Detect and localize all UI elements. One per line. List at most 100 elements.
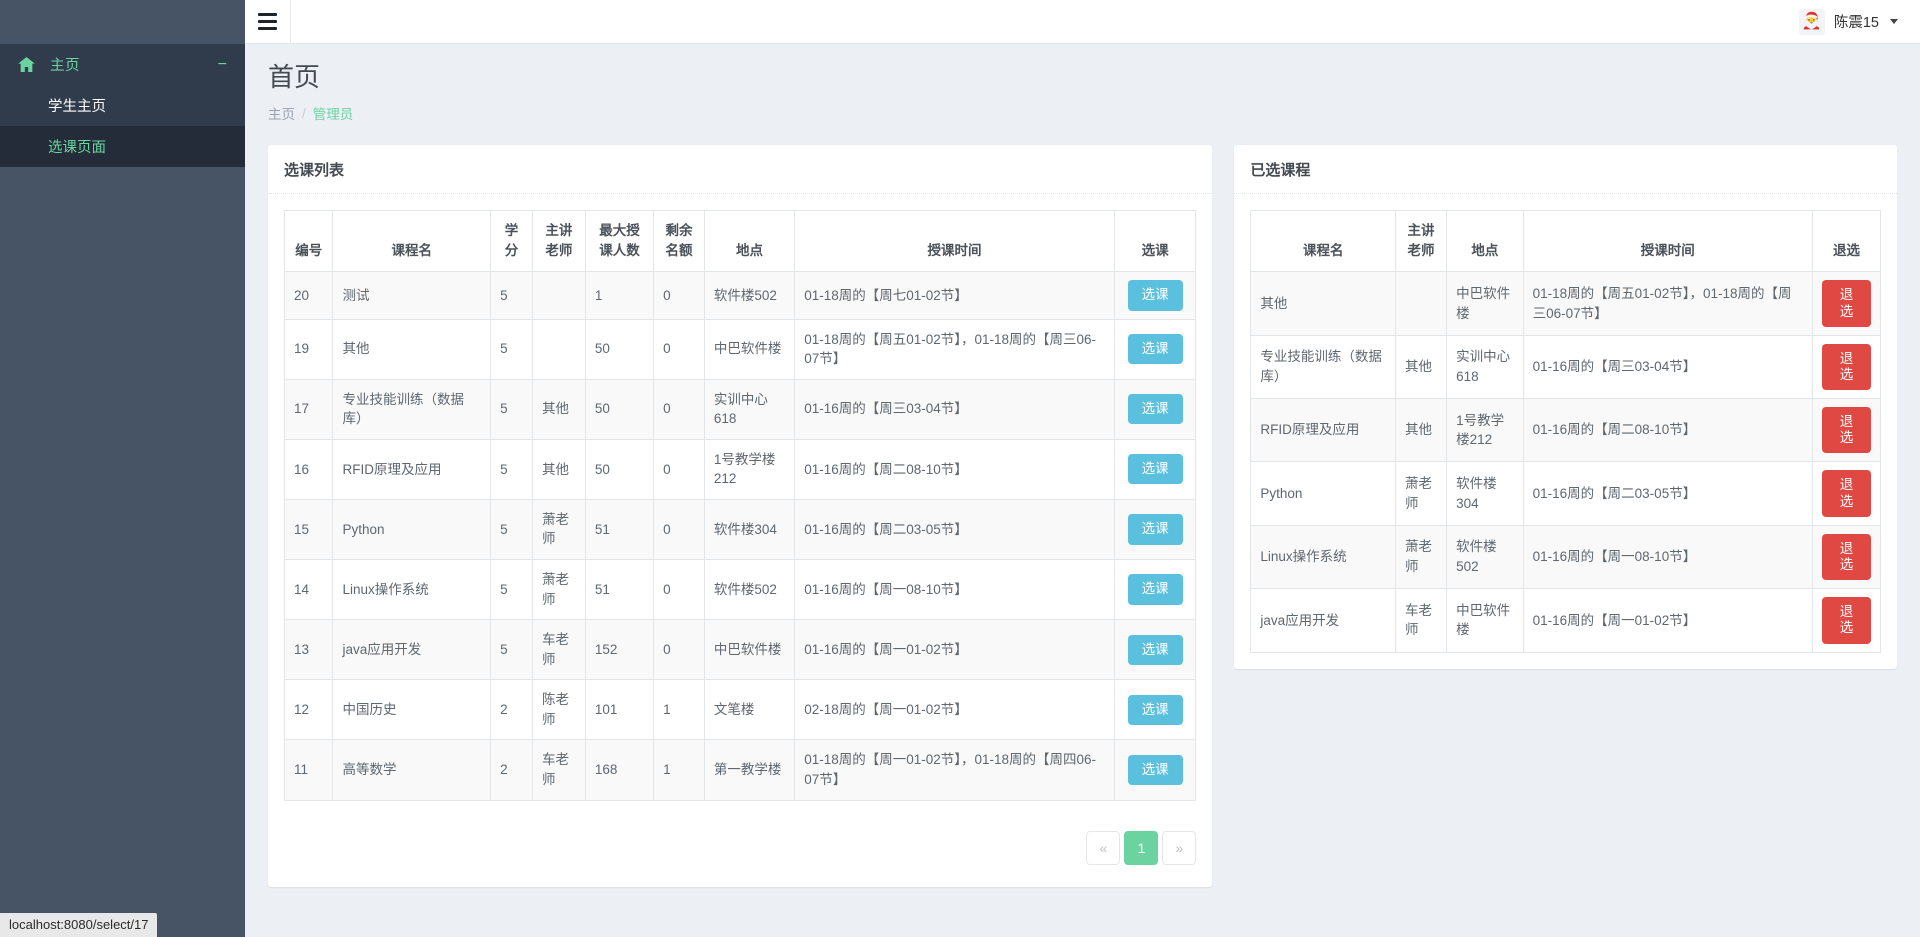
home-icon — [18, 57, 38, 72]
sidebar: 主页 − 学生主页 选课页面 — [0, 0, 245, 937]
sel-col-header-place: 地点 — [1446, 210, 1524, 273]
select-course-button[interactable]: 选课 — [1127, 514, 1183, 545]
course-remaining: 0 — [653, 378, 705, 440]
course-name: 测试 — [332, 271, 492, 320]
hamburger-icon[interactable] — [245, 0, 291, 43]
sel-col-header-name: 课程名 — [1250, 210, 1397, 273]
drop-course-button[interactable]: 退选 — [1821, 470, 1871, 517]
course-id: 11 — [283, 739, 334, 801]
sidebar-item-course-selection[interactable]: 选课页面 — [0, 126, 245, 167]
drop-course-button[interactable]: 退选 — [1821, 280, 1871, 327]
select-course-button[interactable]: 选课 — [1127, 754, 1183, 786]
course-remaining: 1 — [653, 679, 705, 741]
table-row: 19 其他 5 50 0 中巴软件楼 01-18周的【周五01-02节】，01-18周的【周… — [283, 318, 1197, 380]
selected-courses-title: 已选课程 — [1250, 162, 1311, 180]
select-course-button[interactable]: 选课 — [1127, 454, 1183, 485]
selected-course-place: 实训中心618 — [1446, 334, 1524, 400]
main-content: 首页 主页 / 管理员 选课列表 编号 课程名 学分 主讲老师 最大授课人数 剩… — [245, 44, 1920, 937]
breadcrumb-current[interactable]: 管理员 — [313, 103, 354, 123]
selected-courses-card: 已选课程 课程名 主讲老师 地点 授课时间 退选 其他 中巴软件楼 01-18周… — [1234, 145, 1897, 669]
user-name: 陈震15 — [1833, 15, 1879, 31]
course-list-table: 编号 课程名 学分 主讲老师 最大授课人数 剩余名额 地点 授课时间 选课 20… — [283, 210, 1197, 801]
course-id: 12 — [283, 679, 334, 741]
course-teacher: 车老师 — [531, 739, 586, 801]
selected-course-place: 中巴软件楼 — [1446, 588, 1524, 653]
drop-course-button[interactable]: 退选 — [1821, 533, 1871, 581]
course-max-students: 51 — [584, 498, 655, 561]
selected-course-teacher: 其他 — [1395, 334, 1448, 400]
course-time: 02-18周的【周一01-02节】 — [794, 679, 1115, 741]
course-remaining: 0 — [653, 498, 705, 561]
course-place: 中巴软件楼 — [703, 318, 796, 380]
course-credit: 2 — [490, 739, 533, 801]
select-course-button[interactable]: 选课 — [1127, 333, 1183, 365]
course-max-students: 101 — [584, 679, 655, 741]
select-course-button[interactable]: 选课 — [1127, 394, 1183, 425]
course-time: 01-18周的【周七01-02节】 — [794, 271, 1115, 320]
table-row: 14 Linux操作系统 5 萧老师 51 0 软件楼502 01-16周的【周一08-10节… — [283, 558, 1197, 621]
course-remaining: 1 — [653, 739, 705, 801]
course-credit: 2 — [490, 679, 533, 741]
course-place: 软件楼304 — [703, 498, 796, 561]
course-remaining: 0 — [653, 438, 705, 500]
table-row: 16 RFID原理及应用 5 其他 50 0 1号教学楼212 01-16周的【周二08-10… — [283, 438, 1197, 500]
selected-course-time: 01-16周的【周二03-05节】 — [1522, 461, 1813, 526]
sidebar-item-home[interactable]: 主页 − — [0, 44, 245, 85]
sidebar-menu: 主页 − 学生主页 选课页面 — [0, 44, 245, 167]
collapse-minus-icon[interactable]: − — [218, 56, 227, 73]
drop-course-cell: 退选 — [1811, 524, 1882, 590]
table-row: java应用开发 车老师 中巴软件楼 01-16周的【周一01-02节】 退选 — [1250, 588, 1882, 653]
selected-course-place: 中巴软件楼 — [1446, 271, 1524, 336]
selected-courses-table: 课程名 主讲老师 地点 授课时间 退选 其他 中巴软件楼 01-18周的【周五01-… — [1250, 210, 1882, 653]
course-remaining: 0 — [653, 558, 705, 621]
pagination-page-1[interactable]: 1 — [1124, 830, 1159, 865]
course-place: 中巴软件楼 — [703, 619, 796, 681]
course-list-card-body: 编号 课程名 学分 主讲老师 最大授课人数 剩余名额 地点 授课时间 选课 20… — [268, 194, 1212, 816]
course-place: 文笔楼 — [703, 679, 796, 741]
course-credit: 5 — [490, 318, 533, 380]
drop-course-cell: 退选 — [1811, 588, 1882, 653]
select-course-button[interactable]: 选课 — [1127, 280, 1183, 311]
course-list-title: 选课列表 — [284, 162, 345, 180]
sidebar-item-course-selection-label: 选课页面 — [48, 140, 106, 156]
course-teacher — [531, 271, 586, 320]
course-credit: 5 — [490, 498, 533, 561]
chevron-down-icon[interactable] — [1890, 19, 1898, 24]
table-row: 20 测试 5 1 0 软件楼502 01-18周的【周七01-02节】 选课 — [283, 271, 1197, 320]
pagination-prev[interactable]: « — [1086, 830, 1121, 865]
select-course-button[interactable]: 选课 — [1127, 634, 1183, 665]
select-course-cell: 选课 — [1113, 271, 1197, 320]
breadcrumb-separator: / — [302, 105, 306, 121]
drop-course-button[interactable]: 退选 — [1821, 343, 1871, 391]
course-time: 01-18周的【周五01-02节】，01-18周的【周三06-07节】 — [794, 318, 1115, 380]
selected-course-teacher: 萧老师 — [1395, 524, 1448, 590]
col-header-credit: 学分 — [490, 210, 533, 273]
course-name: 专业技能训练（数据库） — [332, 378, 492, 440]
course-id: 19 — [283, 318, 334, 380]
course-teacher: 车老师 — [531, 619, 586, 681]
pagination-next[interactable]: » — [1162, 830, 1197, 865]
select-course-button[interactable]: 选课 — [1127, 694, 1183, 725]
select-course-cell: 选课 — [1113, 498, 1197, 561]
course-name: RFID原理及应用 — [332, 438, 492, 500]
course-credit: 5 — [490, 558, 533, 621]
course-max-students: 50 — [584, 378, 655, 440]
sidebar-item-student-home[interactable]: 学生主页 — [0, 85, 245, 126]
select-course-cell: 选课 — [1113, 378, 1197, 440]
user-menu[interactable]: 🎅 陈震15 — [1798, 8, 1920, 35]
drop-course-button[interactable]: 退选 — [1821, 597, 1871, 644]
drop-course-cell: 退选 — [1811, 334, 1882, 400]
table-row: 其他 中巴软件楼 01-18周的【周五01-02节】，01-18周的【周三06-07… — [1250, 271, 1882, 336]
breadcrumb-home[interactable]: 主页 — [268, 103, 295, 123]
drop-course-button[interactable]: 退选 — [1821, 407, 1871, 454]
col-header-id: 编号 — [283, 210, 334, 273]
course-name: 高等数学 — [332, 739, 492, 801]
pagination-wrap: « 1 » — [268, 817, 1212, 887]
select-course-button[interactable]: 选课 — [1127, 574, 1183, 605]
course-teacher: 其他 — [531, 438, 586, 500]
course-name: Linux操作系统 — [332, 558, 492, 621]
course-list-panel: 选课列表 编号 课程名 学分 主讲老师 最大授课人数 剩余名额 地点 授课时间 … — [268, 145, 1213, 887]
drop-course-cell: 退选 — [1811, 398, 1882, 463]
selected-course-time: 01-16周的【周一01-02节】 — [1522, 588, 1813, 653]
table-row: RFID原理及应用 其他 1号教学楼212 01-16周的【周二08-10节】 退选 — [1250, 398, 1882, 463]
